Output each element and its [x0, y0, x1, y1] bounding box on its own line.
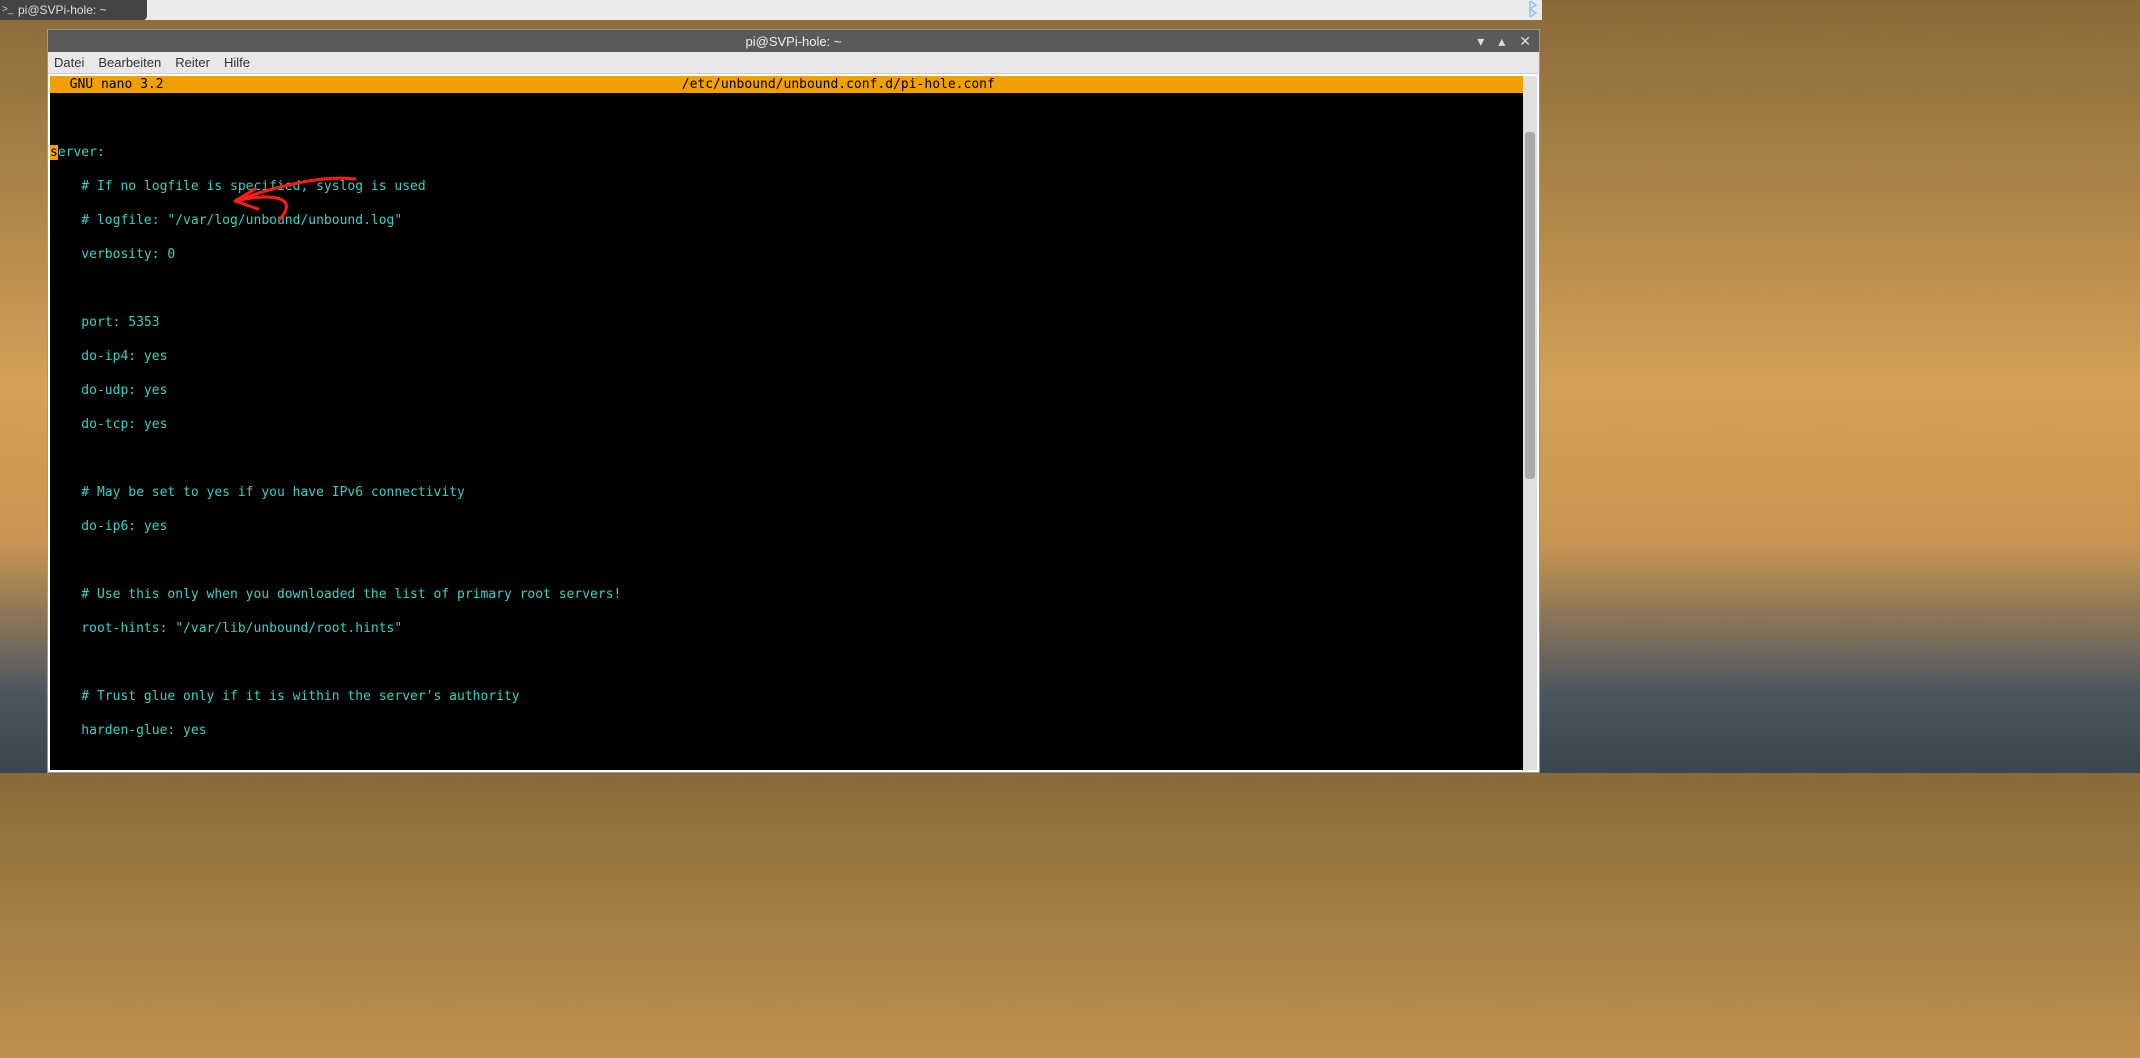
desktop-top-bar [0, 0, 1542, 20]
window-title: pi@SVPi-hole: ~ [746, 34, 842, 49]
menu-bar: Datei Bearbeiten Reiter Hilfe [48, 52, 1539, 74]
menu-edit[interactable]: Bearbeiten [98, 55, 161, 70]
nano-header: GNU nano 3.2 /etc/unbound/unbound.conf.d… [50, 76, 1537, 93]
maximize-button[interactable]: ▴ [1494, 33, 1509, 50]
cursor: s [50, 145, 58, 160]
taskbar-tab[interactable]: >_ pi@SVPi-hole: ~ [0, 0, 147, 20]
terminal-area[interactable]: GNU nano 3.2 /etc/unbound/unbound.conf.d… [50, 76, 1537, 770]
menu-tabs[interactable]: Reiter [175, 55, 210, 70]
window-controls: ▾ ▴ ✕ [1473, 30, 1535, 52]
terminal-icon: >_ [2, 4, 13, 15]
minimize-button[interactable]: ▾ [1473, 33, 1488, 50]
bluetooth-icon [1526, 0, 1540, 23]
terminal-window: pi@SVPi-hole: ~ ▾ ▴ ✕ Datei Bearbeiten R… [47, 29, 1540, 773]
close-button[interactable]: ✕ [1515, 33, 1535, 50]
menu-help[interactable]: Hilfe [224, 55, 250, 70]
window-titlebar[interactable]: pi@SVPi-hole: ~ ▾ ▴ ✕ [48, 30, 1539, 52]
editor-content[interactable]: server: # If no logfile is specified, sy… [50, 93, 1537, 770]
scrollbar-thumb[interactable] [1525, 132, 1535, 479]
menu-file[interactable]: Datei [54, 55, 84, 70]
taskbar-tab-label: pi@SVPi-hole: ~ [18, 3, 107, 17]
nano-file-path: /etc/unbound/unbound.conf.d/pi-hole.conf [164, 76, 1513, 93]
nano-app-label: GNU nano 3.2 [54, 76, 164, 93]
vertical-scrollbar[interactable] [1523, 76, 1537, 770]
